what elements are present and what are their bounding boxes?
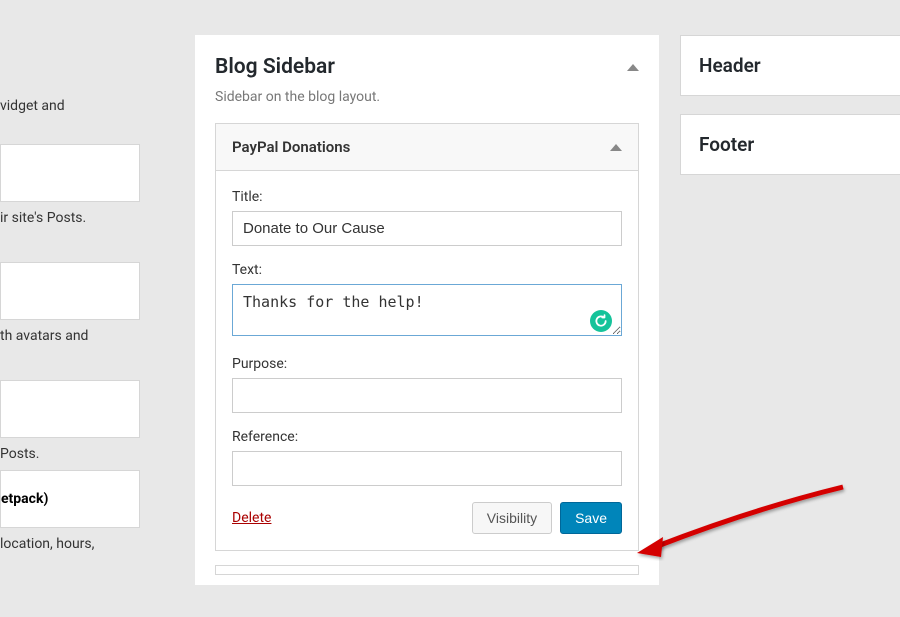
title-input[interactable]	[232, 211, 622, 246]
reference-input[interactable]	[232, 451, 622, 486]
reference-label: Reference:	[232, 429, 622, 445]
blog-sidebar-panel: Blog Sidebar Sidebar on the blog layout.…	[195, 35, 659, 585]
widget-collapse-icon[interactable]	[610, 144, 622, 151]
left-widget-box-3[interactable]	[0, 380, 140, 438]
widget-header-title: PayPal Donations	[232, 138, 350, 156]
panel-description: Sidebar on the blog layout.	[215, 89, 639, 105]
panel-title: Blog Sidebar	[215, 55, 335, 79]
left-text-1: vidget and	[0, 90, 140, 122]
text-label: Text:	[232, 262, 622, 278]
left-text-6: location, hours,	[0, 528, 140, 560]
text-textarea[interactable]	[232, 284, 622, 336]
purpose-label: Purpose:	[232, 356, 622, 372]
left-text-3: th avatars and	[0, 320, 140, 352]
right-sidebar-areas: Header Footer	[680, 35, 900, 193]
save-button[interactable]: Save	[560, 502, 622, 534]
visibility-button[interactable]: Visibility	[472, 502, 552, 534]
left-widget-box-2[interactable]	[0, 262, 140, 320]
panel-header[interactable]: Blog Sidebar	[215, 55, 639, 79]
purpose-input[interactable]	[232, 378, 622, 413]
left-widget-label: etpack)	[1, 477, 48, 521]
footer-area-title: Footer	[699, 133, 882, 156]
next-widget-strip[interactable]	[215, 565, 639, 575]
left-text-2: ir site's Posts.	[0, 202, 140, 234]
header-area-box[interactable]: Header	[680, 35, 900, 96]
collapse-icon[interactable]	[627, 64, 639, 71]
delete-link[interactable]: Delete	[232, 510, 271, 526]
left-widget-box-4[interactable]: etpack)	[0, 470, 140, 528]
grammarly-icon[interactable]	[590, 310, 612, 332]
left-widget-box-1[interactable]	[0, 144, 140, 202]
left-sidebar-fragment: vidget and ir site's Posts. th avatars a…	[0, 0, 140, 617]
title-label: Title:	[232, 189, 622, 205]
header-area-title: Header	[699, 54, 882, 77]
widget-header[interactable]: PayPal Donations	[215, 123, 639, 171]
footer-area-box[interactable]: Footer	[680, 114, 900, 175]
widget-body: Title: Text: Purpose: Reference: Delete …	[215, 171, 639, 551]
left-text-4: Posts.	[0, 438, 140, 470]
widget-footer: Delete Visibility Save	[232, 502, 622, 534]
annotation-arrow-icon	[633, 479, 853, 569]
